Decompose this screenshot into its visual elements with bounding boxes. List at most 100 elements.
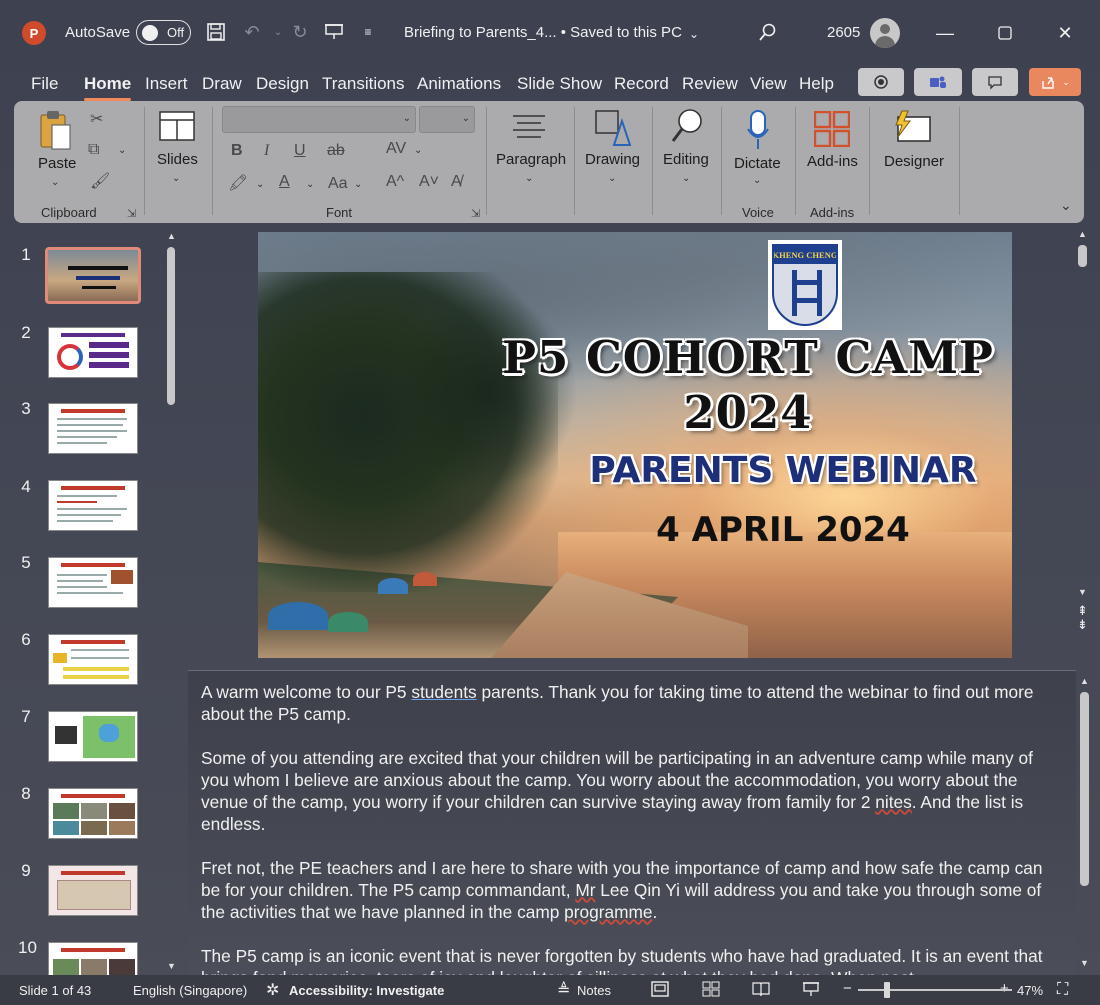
chevron-down-icon[interactable]: ⌄: [118, 145, 126, 156]
chevron-down-icon[interactable]: ⌄: [414, 145, 422, 156]
scroll-down-icon[interactable]: ▼: [167, 961, 176, 971]
slide-scrollbar[interactable]: ▲ ▼: [1076, 227, 1090, 667]
reading-view-icon[interactable]: [752, 981, 770, 1002]
slide-thumbnail[interactable]: [48, 788, 138, 839]
slide-thumbnail[interactable]: [48, 865, 138, 916]
notes-button[interactable]: Notes: [577, 983, 611, 998]
tab-design[interactable]: Design: [256, 74, 309, 94]
slide-canvas[interactable]: KHENG CHENG P5 COHORT CAMP 2024 PARENTS …: [258, 232, 1012, 658]
avatar[interactable]: [870, 18, 900, 48]
notes-scrollbar[interactable]: ▲ ▼: [1078, 676, 1092, 972]
customize-qat-icon[interactable]: ≡: [356, 20, 380, 44]
tab-view[interactable]: View: [750, 74, 787, 94]
search-icon[interactable]: [756, 20, 780, 44]
add-ins-icon[interactable]: [813, 110, 851, 152]
tab-insert[interactable]: Insert: [145, 74, 188, 94]
chevron-down-icon[interactable]: ⌄: [525, 173, 533, 184]
slide-subtitle[interactable]: PARENTS WEBINAR: [558, 450, 1008, 491]
bold-button[interactable]: B: [231, 142, 243, 160]
document-title[interactable]: Briefing to Parents_4... • Saved to this…: [404, 24, 682, 41]
designer-label[interactable]: Designer: [884, 153, 944, 170]
zoom-out-button[interactable]: −: [843, 980, 852, 997]
paragraph-icon[interactable]: [511, 113, 547, 144]
present-icon[interactable]: [322, 20, 346, 44]
chevron-down-icon[interactable]: ⌄: [51, 177, 59, 188]
paste-label[interactable]: Paste: [38, 155, 76, 172]
decrease-font-button[interactable]: A˅: [419, 173, 439, 191]
tab-file[interactable]: File: [31, 74, 58, 94]
previous-slide-icon[interactable]: ⇞: [1077, 604, 1088, 618]
slides-label[interactable]: Slides: [157, 151, 198, 168]
chevron-down-icon[interactable]: ⌄: [753, 175, 761, 186]
tab-home[interactable]: Home: [84, 74, 132, 101]
tab-draw[interactable]: Draw: [202, 74, 242, 94]
scroll-thumb[interactable]: [167, 247, 175, 405]
slide-thumbnail[interactable]: [45, 247, 141, 304]
slide-title[interactable]: P5 COHORT CAMP 2024: [498, 330, 998, 440]
dialog-launcher-icon[interactable]: ⇲: [471, 207, 480, 220]
comments-button[interactable]: [972, 68, 1018, 96]
scroll-down-icon[interactable]: ▼: [1078, 587, 1087, 597]
scroll-thumb[interactable]: [1078, 245, 1087, 267]
next-slide-icon[interactable]: ⇟: [1077, 618, 1088, 632]
accessibility-icon[interactable]: ✲: [266, 980, 279, 1000]
redo-icon[interactable]: ↻: [288, 20, 312, 44]
increase-font-button[interactable]: A^: [386, 173, 404, 191]
slide-thumbnail[interactable]: [48, 327, 138, 378]
undo-dropdown-icon[interactable]: ⌄: [266, 20, 290, 44]
slide-thumbnail[interactable]: [48, 557, 138, 608]
tab-record[interactable]: Record: [614, 74, 669, 94]
notes-pane[interactable]: A warm welcome to our P5 students parent…: [188, 670, 1076, 975]
italic-button[interactable]: I: [264, 142, 269, 160]
chevron-down-icon[interactable]: ⌄: [172, 173, 180, 184]
scroll-up-icon[interactable]: ▲: [1078, 229, 1087, 239]
new-slide-icon[interactable]: [159, 111, 195, 146]
zoom-level[interactable]: 47%: [1017, 983, 1043, 998]
scroll-thumb[interactable]: [1080, 692, 1089, 886]
maximize-icon[interactable]: [990, 18, 1020, 48]
character-spacing-button[interactable]: AV: [386, 140, 406, 158]
chevron-down-icon[interactable]: ⌄: [608, 173, 616, 184]
slide-sorter-icon[interactable]: [702, 981, 720, 1002]
drawing-label[interactable]: Drawing: [585, 151, 640, 168]
record-button[interactable]: [858, 68, 904, 96]
editing-label[interactable]: Editing: [663, 151, 709, 168]
slide-date[interactable]: 4 APRIL 2024: [588, 510, 978, 550]
chevron-down-icon[interactable]: ⌄: [682, 22, 706, 46]
highlight-icon[interactable]: 🖍: [228, 173, 248, 193]
designer-icon[interactable]: [892, 109, 932, 150]
slide-counter[interactable]: Slide 1 of 43: [19, 983, 91, 998]
strikethrough-button[interactable]: ab: [327, 142, 345, 160]
thumbnails-scrollbar[interactable]: ▲ ▼: [166, 231, 176, 971]
slide-thumbnail[interactable]: [48, 480, 138, 531]
slide-show-icon[interactable]: [802, 981, 820, 1002]
paste-icon[interactable]: [38, 109, 74, 158]
font-name-box[interactable]: ⌄: [222, 106, 416, 133]
scroll-up-icon[interactable]: ▲: [167, 231, 176, 241]
cut-icon[interactable]: ✂: [90, 109, 103, 129]
dictate-label[interactable]: Dictate: [734, 155, 781, 172]
slide-thumbnail[interactable]: [48, 634, 138, 685]
collapse-ribbon-icon[interactable]: ⌄: [1060, 197, 1072, 214]
zoom-slider-handle[interactable]: [884, 982, 890, 998]
search-icon[interactable]: [670, 107, 706, 152]
notes-icon[interactable]: ≜: [557, 980, 570, 1000]
scroll-up-icon[interactable]: ▲: [1080, 676, 1089, 686]
chevron-down-icon[interactable]: ⌄: [256, 179, 264, 190]
close-icon[interactable]: ✕: [1050, 18, 1080, 48]
chevron-down-icon[interactable]: ⌄: [306, 179, 314, 190]
dialog-launcher-icon[interactable]: ⇲: [127, 207, 136, 220]
microphone-icon[interactable]: [746, 109, 770, 156]
chevron-down-icon[interactable]: ⌄: [682, 173, 690, 184]
slide-thumbnail[interactable]: [48, 942, 138, 975]
tab-animations[interactable]: Animations: [417, 74, 501, 94]
tab-transitions[interactable]: Transitions: [322, 74, 405, 94]
font-color-button[interactable]: A: [279, 173, 290, 191]
chevron-down-icon[interactable]: ⌄: [354, 179, 362, 190]
teams-present-button[interactable]: [914, 68, 962, 96]
notes-text[interactable]: A warm welcome to our P5 students parent…: [201, 681, 1061, 975]
underline-button[interactable]: U: [294, 142, 306, 160]
slide-thumbnail[interactable]: [48, 711, 138, 762]
zoom-slider[interactable]: [858, 989, 1012, 991]
add-ins-button-label[interactable]: Add-ins: [807, 153, 858, 170]
